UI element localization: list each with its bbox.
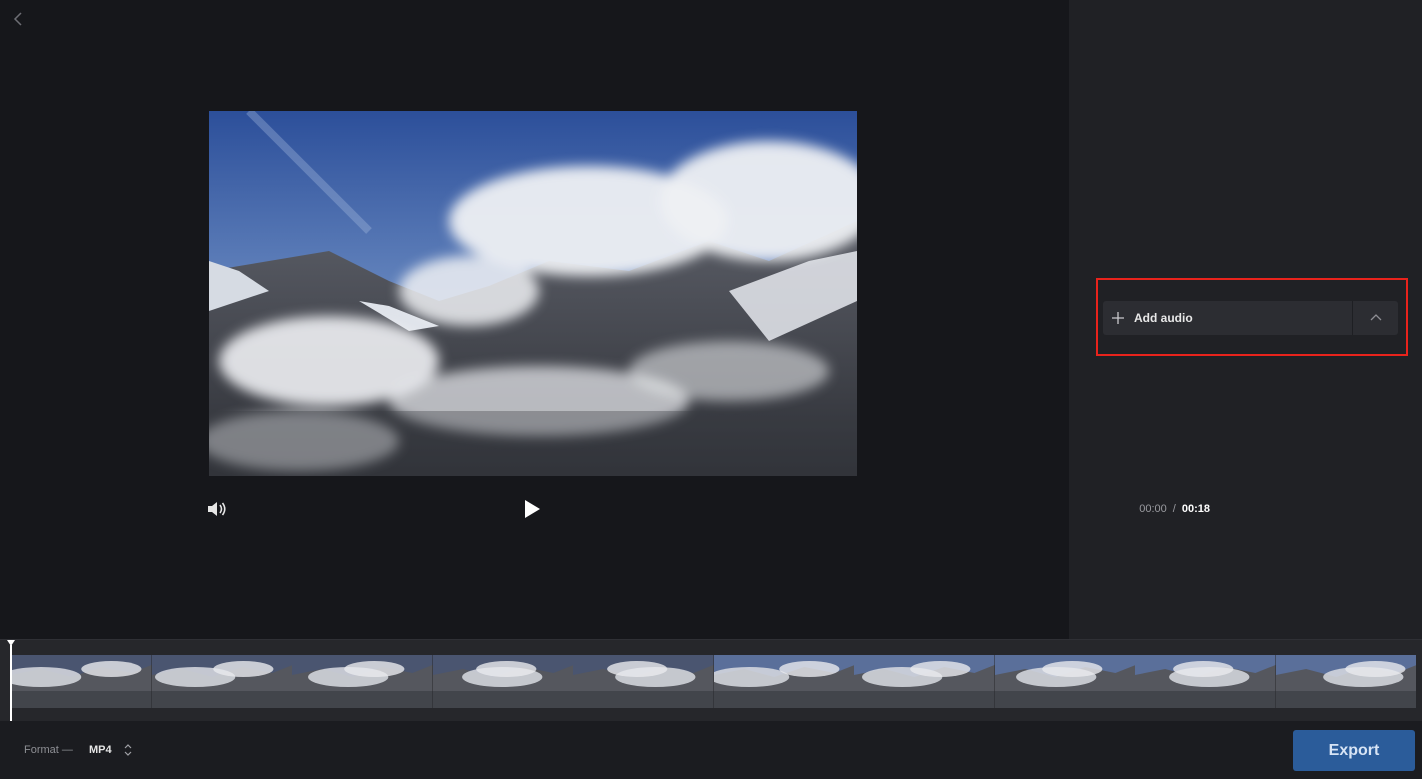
filmstrip-frame	[432, 655, 573, 708]
playhead-line	[10, 645, 12, 722]
playhead[interactable]	[7, 640, 15, 722]
filmstrip-frame	[573, 655, 714, 708]
format-label: Format —	[24, 744, 73, 756]
filmstrip[interactable]	[11, 655, 1416, 708]
filmstrip-frame	[292, 655, 433, 708]
add-audio-label: Add audio	[1134, 311, 1193, 325]
export-button[interactable]: Export	[1293, 730, 1415, 771]
filmstrip-frame	[854, 655, 995, 708]
current-time: 00:00	[1139, 503, 1167, 515]
filmstrip-frame	[708, 655, 854, 708]
chevron-up-icon	[1370, 314, 1381, 321]
filmstrip-frame	[11, 655, 152, 708]
play-icon	[525, 500, 540, 518]
video-preview[interactable]	[209, 111, 857, 476]
back-button[interactable]	[8, 8, 30, 30]
filmstrip-frame	[1275, 655, 1416, 708]
plus-icon	[1112, 312, 1124, 324]
filmstrip-frame	[1135, 655, 1276, 708]
expand-audio-button[interactable]	[1353, 301, 1398, 335]
updown-icon	[124, 744, 132, 756]
filmstrip-frame	[151, 655, 292, 708]
filmstrip-frame	[994, 655, 1135, 708]
total-time: 00:18	[1181, 503, 1210, 515]
volume-button[interactable]	[205, 498, 229, 520]
timeline[interactable]	[0, 639, 1422, 722]
time-separator: /	[1172, 503, 1176, 515]
play-button[interactable]	[521, 497, 543, 521]
format-value: MP4	[89, 744, 112, 756]
add-audio-button[interactable]: Add audio	[1103, 301, 1352, 335]
format-select[interactable]: MP4	[89, 741, 132, 759]
chevron-left-icon	[13, 12, 22, 26]
speaker-icon	[208, 502, 226, 516]
add-audio-bar: Add audio	[1103, 301, 1398, 335]
time-display: 00:00 / 00:18	[1139, 503, 1210, 515]
video-frame-image	[209, 111, 857, 476]
footer-bar	[0, 721, 1422, 779]
